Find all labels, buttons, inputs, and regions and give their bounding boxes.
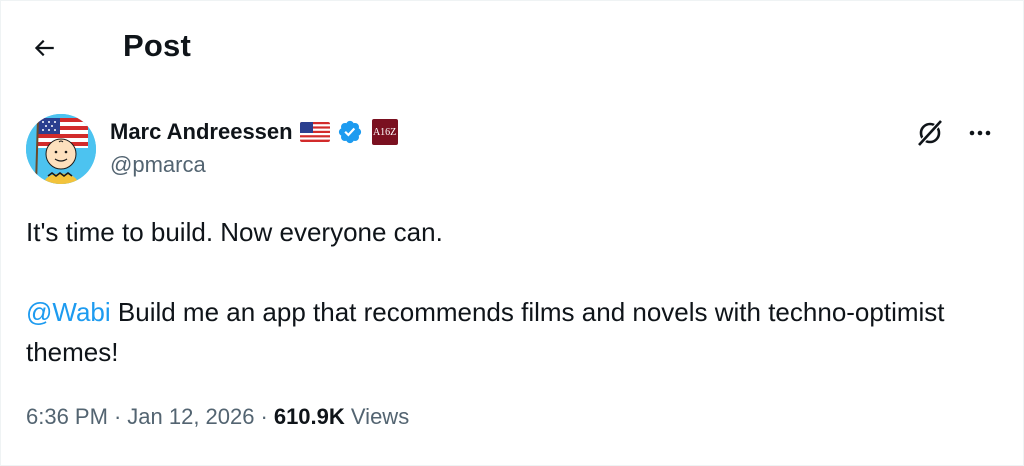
us-flag-icon [299, 122, 330, 142]
page-header: Post [0, 0, 1024, 95]
more-dots-icon [969, 130, 991, 136]
arrow-left-icon [34, 39, 54, 57]
verified-badge-icon[interactable] [337, 119, 363, 145]
author-name-row: Marc Andreessen A16Z [110, 117, 398, 147]
post-meta: 6:36 PM · Jan 12, 2026 · 610.9K Views [26, 404, 409, 430]
tweet-line-2: Build me an app that recommends films an… [26, 297, 945, 367]
author-handle[interactable]: @pmarca [110, 152, 206, 178]
avatar[interactable] [26, 114, 96, 184]
cartoon-avatar-icon [26, 114, 96, 184]
meta-separator: · [260, 404, 268, 429]
more-options-button[interactable] [960, 115, 1000, 151]
affiliate-badge[interactable]: A16Z [371, 119, 398, 145]
post-time[interactable]: 6:36 PM [26, 404, 108, 429]
post-date[interactable]: Jan 12, 2026 [127, 404, 254, 429]
views-label: Views [350, 404, 410, 429]
tweet-line-1: It's time to build. Now everyone can. [26, 217, 443, 247]
views-count[interactable]: 610.9K [274, 404, 345, 429]
page-title: Post [123, 28, 191, 63]
grok-icon [917, 119, 943, 147]
mention-link[interactable]: @Wabi [26, 297, 111, 327]
back-button[interactable] [22, 26, 66, 70]
tweet-text: It's time to build. Now everyone can. @W… [26, 212, 996, 372]
author-display-name[interactable]: Marc Andreessen [110, 119, 293, 145]
meta-separator: · [113, 404, 122, 429]
grok-button[interactable] [912, 115, 948, 151]
tweet-paragraph-2: @Wabi Build me an app that recommends fi… [26, 292, 996, 372]
